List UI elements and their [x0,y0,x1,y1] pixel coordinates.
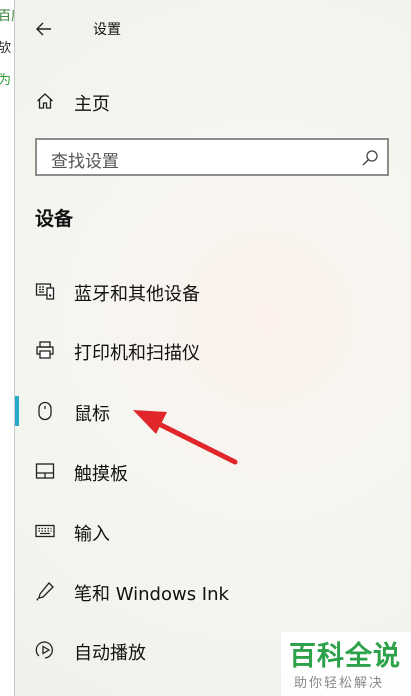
back-button[interactable] [29,14,59,44]
watermark-title: 百科全说 [289,641,401,672]
search-input[interactable]: 查找设置 [35,138,389,176]
watermark-logo: 百科全说 助你轻松解决 [281,632,411,696]
pen-icon [35,581,55,601]
nav-item-bluetooth[interactable]: 蓝牙和其他设备 [15,271,411,311]
printer-icon [35,340,55,360]
home-link[interactable]: 主页 [15,81,411,121]
search-placeholder: 查找设置 [51,152,119,172]
bluetooth-devices-icon [35,281,55,301]
nav-item-touchpad[interactable]: 触摸板 [15,451,411,491]
section-title: 设备 [35,208,74,230]
nav-item-printers[interactable]: 打印机和扫描仪 [15,330,411,370]
watermark-subtitle: 助你轻松解决 [294,676,385,691]
background-window-strip: 百度 欤 为 [0,0,15,696]
nav-item-label: 笔和 Windows Ink [74,584,229,605]
search-icon [362,150,378,166]
nav-item-pen[interactable]: 笔和 Windows Ink [15,571,411,611]
nav-item-typing[interactable]: 输入 [15,511,411,551]
touchpad-icon [35,461,55,481]
window-title: 设置 [93,22,121,38]
nav-item-mouse[interactable]: 鼠标 [15,391,411,431]
background-text-fragment: 百度 [0,5,14,24]
nav-item-label: 打印机和扫描仪 [74,343,200,364]
nav-item-label: 自动播放 [74,643,146,664]
back-arrow-icon [36,22,51,36]
autoplay-icon [35,640,55,660]
nav-item-label: 蓝牙和其他设备 [74,284,200,305]
settings-window: 设置 主页 查找设置 设备 蓝牙和其他设备 打印机和扫描仪 鼠标 触摸板 输入 … [15,0,411,696]
title-bar: 设置 [15,0,411,58]
home-label: 主页 [74,94,110,115]
mouse-icon [35,401,55,421]
home-icon [35,91,55,111]
nav-item-label: 输入 [74,524,110,545]
nav-item-label: 鼠标 [74,404,110,425]
background-text-fragment: 欤 [0,37,11,56]
keyboard-icon [35,521,55,541]
nav-item-label: 触摸板 [74,464,128,485]
background-text-fragment: 为 [0,69,11,88]
